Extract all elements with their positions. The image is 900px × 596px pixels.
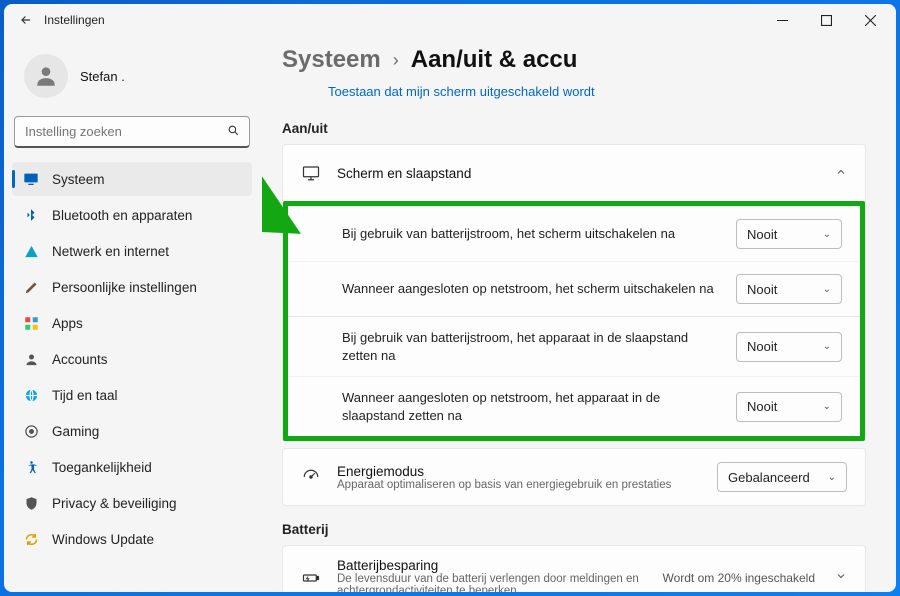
monitor-icon — [301, 164, 321, 182]
minimize-button[interactable] — [760, 4, 804, 36]
update-icon — [22, 532, 40, 547]
battery-saver-row[interactable]: Batterijbesparing De levensduur van de b… — [283, 546, 865, 592]
sidebar-item-label: Tijd en taal — [52, 388, 118, 403]
chevron-down-icon: ⌄ — [823, 229, 831, 240]
brush-icon — [22, 280, 40, 295]
setting-row-battery-sleep: Bij gebruik van batterijstroom, het appa… — [288, 316, 860, 376]
screen-sleep-header[interactable]: Scherm en slaapstand — [283, 145, 865, 201]
battery-saver-icon — [301, 569, 321, 587]
sidebar-item-windows-update[interactable]: Windows Update — [12, 522, 252, 556]
row-title: Energiemodus — [337, 464, 701, 479]
bluetooth-icon — [22, 208, 40, 222]
dropdown-battery-screen-off[interactable]: Nooit⌄ — [736, 219, 842, 249]
sidebar-item-time-language[interactable]: Tijd en taal — [12, 378, 252, 412]
dropdown-power-mode[interactable]: Gebalanceerd⌄ — [717, 462, 847, 492]
sidebar-item-accessibility[interactable]: Toegankelijkheid — [12, 450, 252, 484]
section-label-power: Aan/uit — [282, 121, 866, 136]
chevron-down-icon: ⌄ — [823, 401, 831, 412]
sidebar-item-label: Gaming — [52, 424, 99, 439]
setting-label: Wanneer aangesloten op netstroom, het ap… — [342, 389, 720, 424]
chevron-right-icon: › — [393, 50, 399, 71]
profile[interactable]: Stefan . — [12, 44, 252, 116]
row-title: Scherm en slaapstand — [337, 166, 819, 181]
setting-label: Bij gebruik van batterijstroom, het sche… — [342, 225, 720, 243]
sidebar-item-label: Windows Update — [52, 532, 154, 547]
sidebar-item-label: Bluetooth en apparaten — [52, 208, 192, 223]
maximize-button[interactable] — [804, 4, 848, 36]
window-title: Instellingen — [44, 13, 105, 27]
sidebar-item-label: Toegankelijkheid — [52, 460, 152, 475]
shield-icon — [22, 496, 40, 511]
breadcrumb: Systeem › Aan/uit & accu — [282, 46, 866, 74]
sidebar-item-label: Apps — [52, 316, 83, 331]
search-icon — [227, 124, 240, 140]
sidebar-item-bluetooth[interactable]: Bluetooth en apparaten — [12, 198, 252, 232]
close-button[interactable] — [848, 4, 892, 36]
sidebar-item-system[interactable]: Systeem — [12, 162, 252, 196]
settings-window: Instellingen Stefan . — [4, 4, 896, 592]
chevron-down-icon: ⌄ — [823, 341, 831, 352]
highlighted-settings: Bij gebruik van batterijstroom, het sche… — [283, 201, 865, 441]
row-subtitle: Apparaat optimaliseren op basis van ener… — [337, 479, 701, 491]
titlebar: Instellingen — [4, 4, 896, 36]
accessibility-icon — [22, 460, 40, 475]
dropdown-battery-sleep[interactable]: Nooit⌄ — [736, 332, 842, 362]
previous-setting-link[interactable]: Toestaan dat mijn scherm uitgeschakeld w… — [282, 78, 866, 105]
breadcrumb-current: Aan/uit & accu — [411, 46, 578, 74]
sidebar-item-label: Netwerk en internet — [52, 244, 169, 259]
accounts-icon — [22, 352, 40, 367]
setting-label: Bij gebruik van batterijstroom, het appa… — [342, 329, 720, 364]
sidebar-item-label: Accounts — [52, 352, 108, 367]
setting-row-plugged-sleep: Wanneer aangesloten op netstroom, het ap… — [288, 376, 860, 436]
search-input[interactable] — [14, 116, 250, 148]
sidebar-item-accounts[interactable]: Accounts — [12, 342, 252, 376]
content: Systeem › Aan/uit & accu Toestaan dat mi… — [262, 36, 896, 592]
sidebar-item-network[interactable]: Netwerk en internet — [12, 234, 252, 268]
power-mode-card: Energiemodus Apparaat optimaliseren op b… — [282, 448, 866, 506]
sidebar-item-label: Privacy & beveiliging — [52, 496, 177, 511]
row-title: Batterijbesparing — [337, 558, 646, 573]
chevron-down-icon — [835, 570, 847, 585]
nav: Systeem Bluetooth en apparaten Netwerk e… — [12, 162, 252, 556]
power-mode-row[interactable]: Energiemodus Apparaat optimaliseren op b… — [283, 449, 865, 505]
screen-sleep-card: Scherm en slaapstand Bij gebruik van bat… — [282, 144, 866, 442]
power-mode-icon — [301, 468, 321, 486]
avatar — [24, 54, 68, 98]
row-subtitle: De levensduur van de batterij verlengen … — [337, 573, 646, 592]
battery-saver-card: Batterijbesparing De levensduur van de b… — [282, 545, 866, 592]
sidebar-item-personalization[interactable]: Persoonlijke instellingen — [12, 270, 252, 304]
battery-saver-status: Wordt om 20% ingeschakeld — [662, 571, 815, 585]
sidebar: Stefan . Systeem Bluetooth en apparaten — [4, 36, 262, 592]
dropdown-plugged-screen-off[interactable]: Nooit⌄ — [736, 274, 842, 304]
back-button[interactable] — [8, 13, 44, 27]
setting-row-plugged-screen-off: Wanneer aangesloten op netstroom, het sc… — [288, 261, 860, 316]
setting-label: Wanneer aangesloten op netstroom, het sc… — [342, 280, 720, 298]
globe-icon — [22, 388, 40, 403]
search-box[interactable] — [14, 116, 250, 148]
sidebar-item-privacy[interactable]: Privacy & beveiliging — [12, 486, 252, 520]
sidebar-item-apps[interactable]: Apps — [12, 306, 252, 340]
network-icon — [22, 244, 40, 259]
sidebar-item-gaming[interactable]: Gaming — [12, 414, 252, 448]
chevron-up-icon — [835, 166, 847, 181]
chevron-down-icon: ⌄ — [828, 472, 836, 483]
sidebar-item-label: Systeem — [52, 172, 105, 187]
apps-icon — [22, 316, 40, 331]
setting-row-battery-screen-off: Bij gebruik van batterijstroom, het sche… — [288, 207, 860, 261]
gaming-icon — [22, 424, 40, 439]
profile-name: Stefan . — [80, 69, 125, 84]
sidebar-item-label: Persoonlijke instellingen — [52, 280, 197, 295]
dropdown-plugged-sleep[interactable]: Nooit⌄ — [736, 392, 842, 422]
system-icon — [22, 171, 40, 187]
breadcrumb-parent[interactable]: Systeem — [282, 46, 381, 74]
section-label-battery: Batterij — [282, 522, 866, 537]
chevron-down-icon: ⌄ — [823, 284, 831, 295]
